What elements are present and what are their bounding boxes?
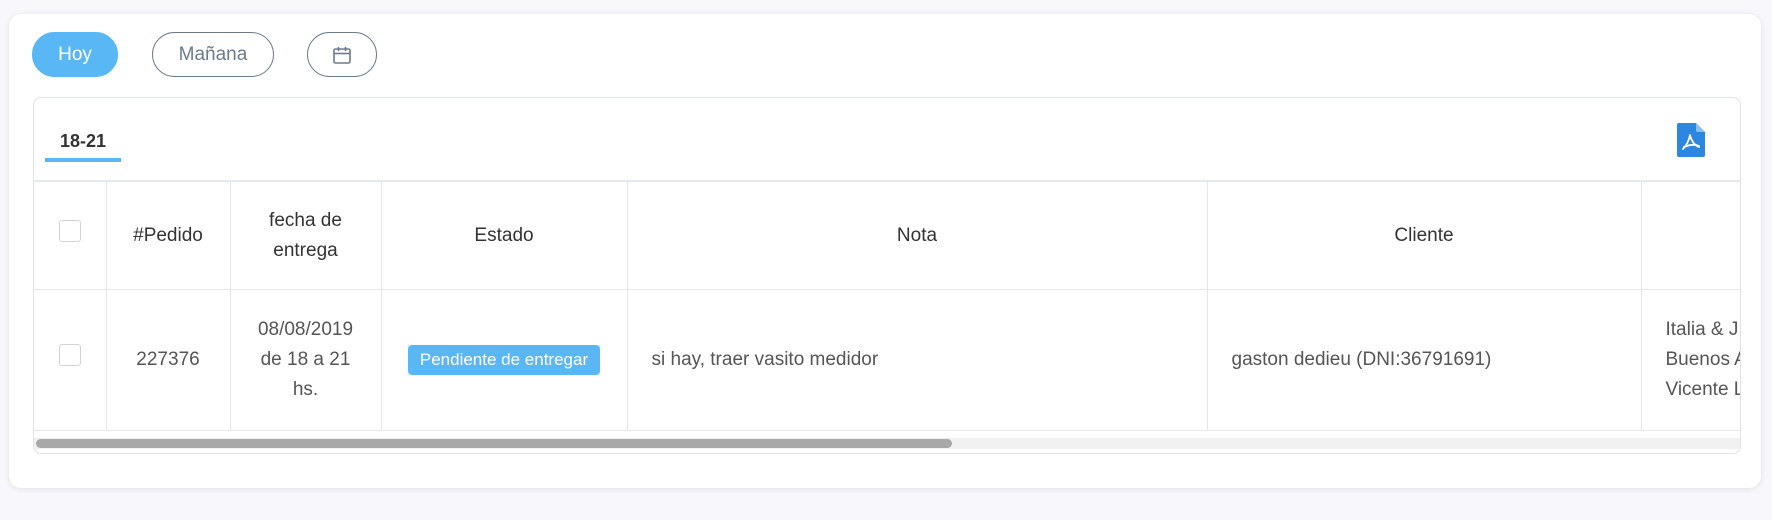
export-pdf-button[interactable] [1677, 123, 1705, 157]
row-checkbox[interactable] [58, 344, 81, 366]
select-all-checkbox[interactable] [58, 219, 81, 242]
cell-estado: Pendiente de entregar [381, 289, 628, 431]
direccion-line1: Italia & J [1665, 319, 1739, 340]
column-header-pedido: #Pedido [106, 182, 231, 290]
fecha-header-line1: fecha de [269, 209, 342, 231]
row-select-cell [34, 289, 107, 431]
cell-direccion: Italia & J Buenos A Vicente L [1641, 289, 1741, 431]
orders-panel: 18-21 #Pedido fecha de entrega Estado No… [33, 97, 1741, 454]
calendar-filter-button[interactable] [307, 32, 377, 77]
select-all-cell [34, 182, 107, 290]
scrollbar-thumb[interactable] [36, 439, 952, 448]
horizontal-scrollbar[interactable] [34, 438, 1740, 449]
pdf-file-icon [1677, 123, 1705, 157]
fecha-line3: hs. [292, 379, 319, 400]
direccion-line2: Buenos A [1665, 349, 1741, 370]
time-slot-tabs: 18-21 [34, 98, 1740, 182]
tab-18-21[interactable]: 18-21 [45, 126, 121, 162]
column-header-estado: Estado [381, 182, 628, 290]
orders-table: #Pedido fecha de entrega Estado Nota Cli… [34, 182, 1740, 431]
calendar-icon [333, 46, 351, 64]
table-header-row: #Pedido fecha de entrega Estado Nota Cli… [34, 182, 1740, 290]
tomorrow-filter-button[interactable]: Mañana [152, 32, 274, 77]
column-header-cliente: Cliente [1207, 182, 1642, 290]
fecha-line2: de 18 a 21 [260, 349, 351, 370]
orders-card: Hoy Mañana 18-21 #Pedido fecha de entreg… [9, 14, 1761, 488]
fecha-header-line2: entrega [273, 239, 338, 261]
cell-cliente: gaston dedieu (DNI:36791691) [1207, 289, 1642, 431]
today-filter-button[interactable]: Hoy [32, 32, 118, 77]
orders-table-viewport: #Pedido fecha de entrega Estado Nota Cli… [34, 182, 1740, 438]
cell-nota: si hay, traer vasito medidor [627, 289, 1208, 431]
direccion-line3: Vicente L [1665, 379, 1741, 400]
column-header-nota: Nota [627, 182, 1208, 290]
column-header-direccion [1641, 182, 1740, 290]
cell-fecha: 08/08/2019 de 18 a 21 hs. [230, 289, 382, 431]
column-header-fecha: fecha de entrega [230, 182, 382, 290]
status-badge: Pendiente de entregar [407, 345, 601, 375]
fecha-line1: 08/08/2019 [257, 319, 354, 340]
table-row: 227376 08/08/2019 de 18 a 21 hs. Pendien… [34, 289, 1741, 431]
cell-pedido: 227376 [106, 289, 231, 431]
